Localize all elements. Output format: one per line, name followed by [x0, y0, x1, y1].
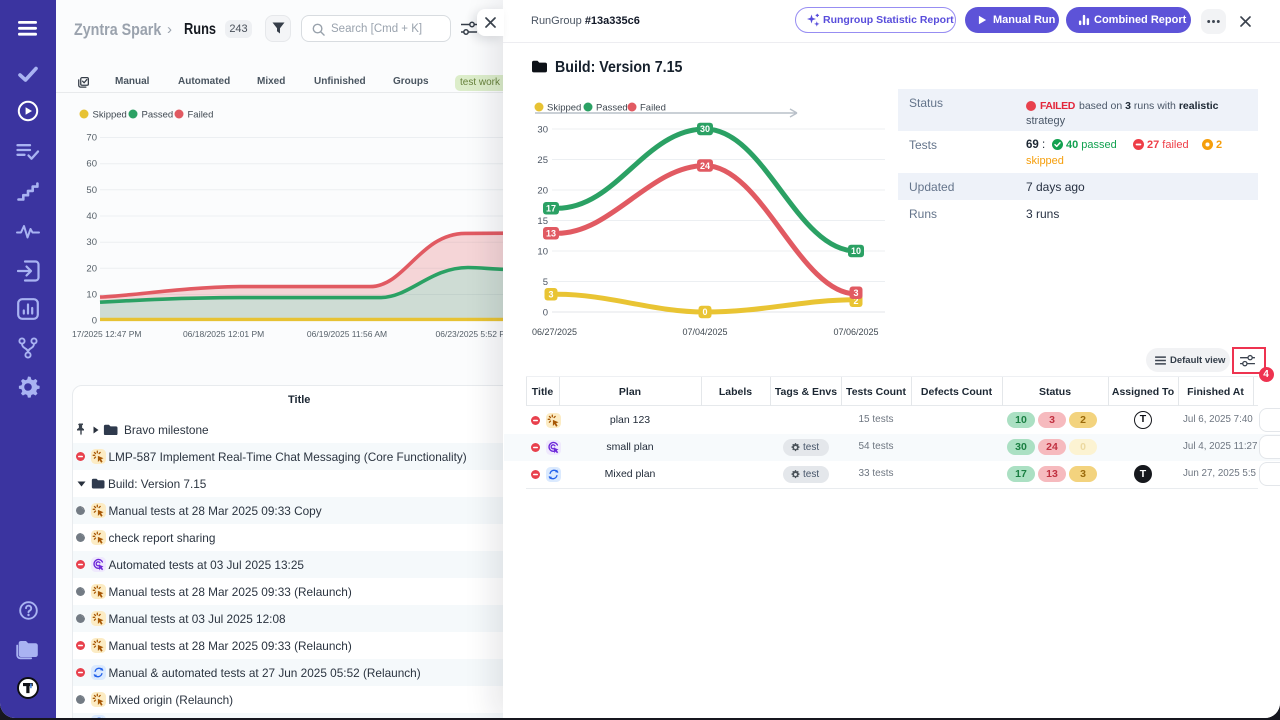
svg-text:3: 3 [548, 290, 553, 300]
svg-text:Skipped: Skipped [547, 103, 581, 114]
svg-text:10: 10 [851, 246, 861, 256]
svg-text:10: 10 [537, 247, 548, 258]
svg-text:20: 20 [537, 186, 548, 197]
svg-text:15: 15 [537, 216, 548, 227]
svg-text:13: 13 [546, 229, 556, 239]
svg-text:30: 30 [700, 124, 710, 134]
svg-text:06/18/2025 12:01 PM: 06/18/2025 12:01 PM [183, 329, 264, 339]
svg-text:06/19/2025 11:56 AM: 06/19/2025 11:56 AM [307, 329, 387, 339]
svg-text:25: 25 [537, 155, 548, 166]
svg-text:70: 70 [86, 133, 97, 144]
svg-text:30: 30 [537, 125, 548, 136]
svg-text:5: 5 [543, 277, 548, 288]
svg-text:07/06/2025: 07/06/2025 [833, 327, 878, 337]
svg-text:06/27/2025: 06/27/2025 [532, 327, 577, 337]
svg-text:Failed: Failed [188, 110, 214, 121]
svg-text:30: 30 [86, 237, 97, 248]
svg-text:10: 10 [86, 290, 97, 301]
svg-text:50: 50 [86, 185, 97, 196]
svg-text:24: 24 [700, 161, 710, 171]
svg-text:17: 17 [546, 204, 556, 214]
svg-text:Skipped: Skipped [93, 110, 127, 121]
svg-text:60: 60 [86, 159, 97, 170]
svg-text:Failed: Failed [640, 103, 666, 114]
svg-text:17/2025 12:47 PM: 17/2025 12:47 PM [72, 329, 141, 339]
svg-text:0: 0 [702, 307, 707, 317]
svg-text:Passed: Passed [596, 103, 628, 114]
svg-text:3: 3 [853, 288, 858, 298]
svg-text:20: 20 [86, 263, 97, 274]
svg-text:Passed: Passed [142, 110, 174, 121]
svg-text:0: 0 [543, 308, 548, 319]
svg-text:07/04/2025: 07/04/2025 [682, 327, 727, 337]
svg-text:40: 40 [86, 211, 97, 222]
svg-text:0: 0 [92, 316, 97, 327]
svg-text:06/23/2025 5:52 P: 06/23/2025 5:52 P [436, 329, 506, 339]
